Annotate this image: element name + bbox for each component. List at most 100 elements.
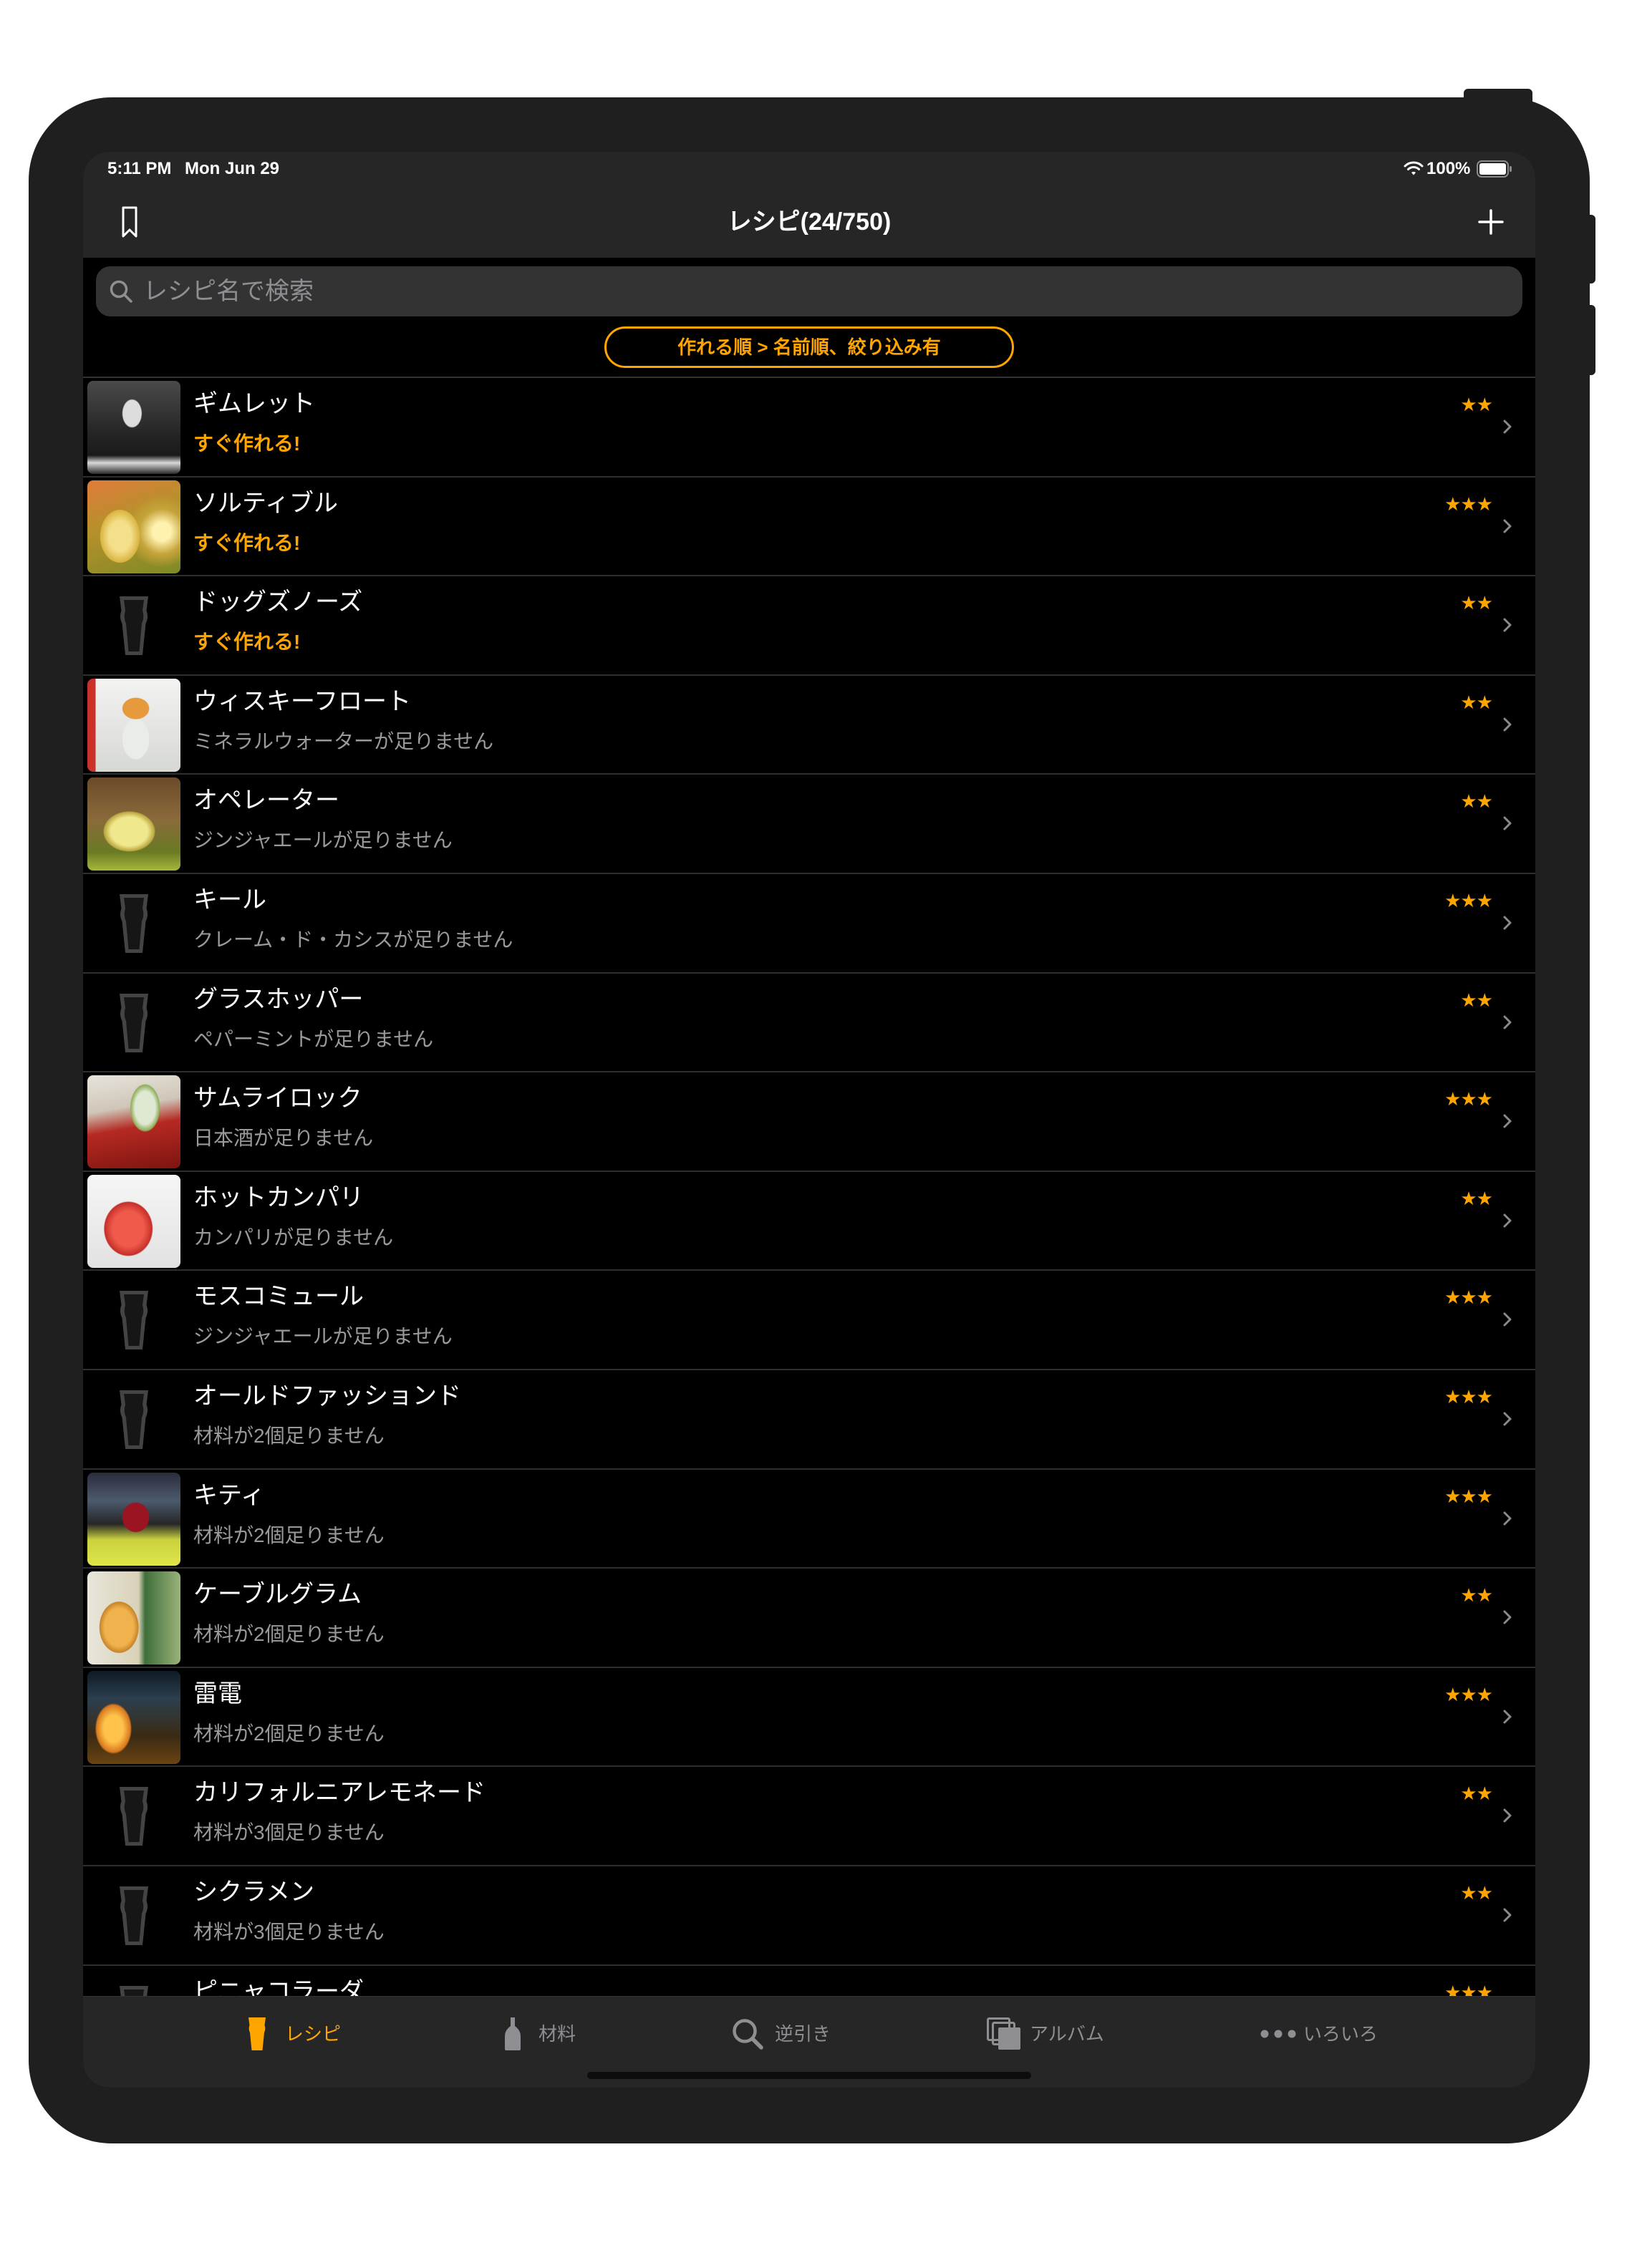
recipe-row[interactable]: ピニャコラーダ ★★★ [83, 1966, 1535, 1996]
rating-stars: ★★★ [1444, 891, 1493, 912]
rating-stars: ★★★ [1444, 1287, 1493, 1309]
recipe-status: 材料が3個足りません [193, 1821, 385, 1844]
rating-stars: ★★ [1460, 791, 1493, 813]
recipe-status: ペパーミントが足りません [193, 1027, 434, 1050]
rating-stars: ★★★ [1444, 1684, 1493, 1706]
tab-more[interactable]: いろいろ [1260, 1997, 1378, 2071]
status-date: Mon Jun 29 [185, 159, 280, 178]
recipe-photo [87, 381, 180, 474]
tab-album[interactable]: アルバム [987, 1997, 1104, 2071]
chevron-right-icon [1502, 518, 1512, 534]
chevron-right-icon [1502, 1014, 1512, 1030]
rating-stars: ★★ [1460, 593, 1493, 615]
recipe-row[interactable]: ソルティブルすぐ作れる! ★★★ [83, 478, 1535, 577]
glass-placeholder-icon [118, 595, 150, 656]
glass-placeholder-icon [118, 1389, 150, 1450]
recipe-name: グラスホッパー [193, 985, 364, 1013]
glass-placeholder-icon [118, 1289, 150, 1351]
recipe-name: サムライロック [193, 1085, 362, 1113]
recipe-row[interactable]: モスコミュール ジンジャエールが足りません ★★★ [83, 1271, 1535, 1370]
recipe-status: 材料が2個足りません [193, 1722, 385, 1745]
more-icon [1260, 2030, 1296, 2038]
recipe-name: ケーブルグラム [193, 1581, 362, 1609]
recipe-status: 材料が2個足りません [193, 1523, 385, 1546]
recipe-row[interactable]: オールドファッションド 材料が2個足りません ★★★ [83, 1370, 1535, 1470]
recipe-name: ソルティブル [193, 489, 338, 517]
home-indicator [587, 2072, 1031, 2079]
recipe-row[interactable]: カリフォルニアレモネード 材料が3個足りません ★★ [83, 1767, 1535, 1866]
recipe-name: キール [193, 886, 266, 914]
recipe-row[interactable]: ケーブルグラム材料が2個足りません ★★ [83, 1569, 1535, 1668]
page-title: レシピ(24/750) [727, 208, 892, 236]
plus-icon[interactable] [1478, 209, 1504, 235]
tab-label: レシピ [285, 2023, 342, 2045]
glass-placeholder-icon [118, 1785, 150, 1847]
rating-stars: ★★ [1460, 692, 1493, 714]
recipe-photo [87, 1075, 180, 1169]
recipe-row[interactable]: ウィスキーフロート ミネラルウォーターが足りません ★★ [83, 676, 1535, 775]
bottle-icon [504, 2017, 521, 2051]
chevron-right-icon [1502, 1907, 1512, 1923]
recipe-status: カンパリが足りません [193, 1226, 394, 1249]
recipe-photo [87, 777, 180, 871]
glass-placeholder-icon [118, 992, 150, 1054]
recipe-row[interactable]: ギムレット すぐ作れる! ★★ [83, 378, 1535, 478]
rating-stars: ★★★ [1444, 493, 1493, 515]
tab-reverse-search[interactable]: 逆引き [732, 1997, 831, 2071]
sort-filter-button[interactable]: 作れる順 > 名前順、絞り込み有 [604, 326, 1014, 368]
search-icon [732, 2018, 763, 2050]
battery-percent: 100% [1426, 159, 1471, 178]
chevron-right-icon [1502, 717, 1512, 732]
tab-label: いろいろ [1303, 2023, 1378, 2045]
recipe-status: ジンジャエールが足りません [193, 829, 453, 852]
chevron-right-icon [1502, 815, 1512, 831]
rating-stars: ★★ [1460, 1188, 1493, 1210]
rating-stars: ★★★ [1444, 1089, 1493, 1111]
glass-icon [248, 2017, 266, 2051]
recipe-name: カリフォルニアレモネード [193, 1779, 486, 1807]
recipe-row[interactable]: ドッグズノーズすぐ作れる! ★★ [83, 576, 1535, 676]
rating-stars: ★★ [1460, 989, 1493, 1012]
search-bar[interactable] [96, 266, 1522, 316]
chevron-right-icon [1502, 1113, 1512, 1129]
recipe-photo [87, 1670, 180, 1764]
recipe-name: ドッグズノーズ [193, 588, 363, 616]
chevron-right-icon [1502, 1213, 1512, 1228]
tab-ingredients[interactable]: 材料 [504, 1997, 576, 2071]
tab-label: アルバム [1030, 2023, 1104, 2045]
rating-stars: ★★ [1460, 1883, 1493, 1904]
chevron-right-icon [1502, 1312, 1512, 1327]
power-button [1464, 89, 1532, 103]
search-icon [109, 279, 133, 304]
recipe-row[interactable]: キティ 材料が2個足りません ★★★ [83, 1470, 1535, 1569]
recipe-status: 材料が2個足りません [193, 1623, 385, 1646]
recipe-status: すぐ作れる! [193, 531, 301, 554]
rating-stars: ★★★ [1444, 1982, 1493, 1996]
recipe-row[interactable]: ホットカンパリ カンパリが足りません ★★ [83, 1172, 1535, 1271]
recipe-name: オールドファッションド [193, 1382, 461, 1410]
chevron-right-icon [1502, 1808, 1512, 1823]
recipe-row[interactable]: サムライロック 日本酒が足りません ★★★ [83, 1072, 1535, 1172]
tab-bar: レシピ 材料 逆引き アルバム いろいろ [83, 1996, 1535, 2088]
recipe-row[interactable]: シクラメン 材料が3個足りません ★★ [83, 1866, 1535, 1966]
tab-recipes[interactable]: レシピ [248, 1997, 341, 2071]
recipe-row[interactable]: オペレータージンジャエールが足りません ★★ [83, 775, 1535, 874]
search-input[interactable] [143, 266, 1504, 316]
recipe-name: ピニャコラーダ [193, 1977, 364, 1996]
recipe-status: すぐ作れる! [193, 432, 301, 455]
recipe-row[interactable]: 雷電 材料が2個足りません ★★★ [83, 1668, 1535, 1768]
recipe-status: すぐ作れる! [193, 631, 301, 654]
recipe-row[interactable]: キール クレーム・ド・カシスが足りません ★★★ [83, 874, 1535, 974]
chevron-right-icon [1502, 915, 1512, 931]
rating-stars: ★★★ [1444, 1486, 1493, 1508]
chevron-right-icon [1502, 419, 1512, 435]
album-icon [987, 2017, 1021, 2050]
navigation-bar: 5:11 PM Mon Jun 29 100% レシピ(24/750) [83, 152, 1535, 258]
recipe-status: 材料が2個足りません [193, 1425, 385, 1447]
recipe-row[interactable]: グラスホッパーペパーミントが足りません ★★ [83, 974, 1535, 1073]
recipe-photo [87, 480, 180, 573]
recipe-list[interactable]: ギムレット すぐ作れる! ★★ ソルティブル すぐ作れる! ★★★ ドッグズノーズ すぐ作れる… [83, 378, 1535, 1996]
recipe-name: オペレーター [193, 787, 339, 815]
wifi-icon [1404, 160, 1424, 176]
rating-stars: ★★ [1460, 1585, 1493, 1607]
